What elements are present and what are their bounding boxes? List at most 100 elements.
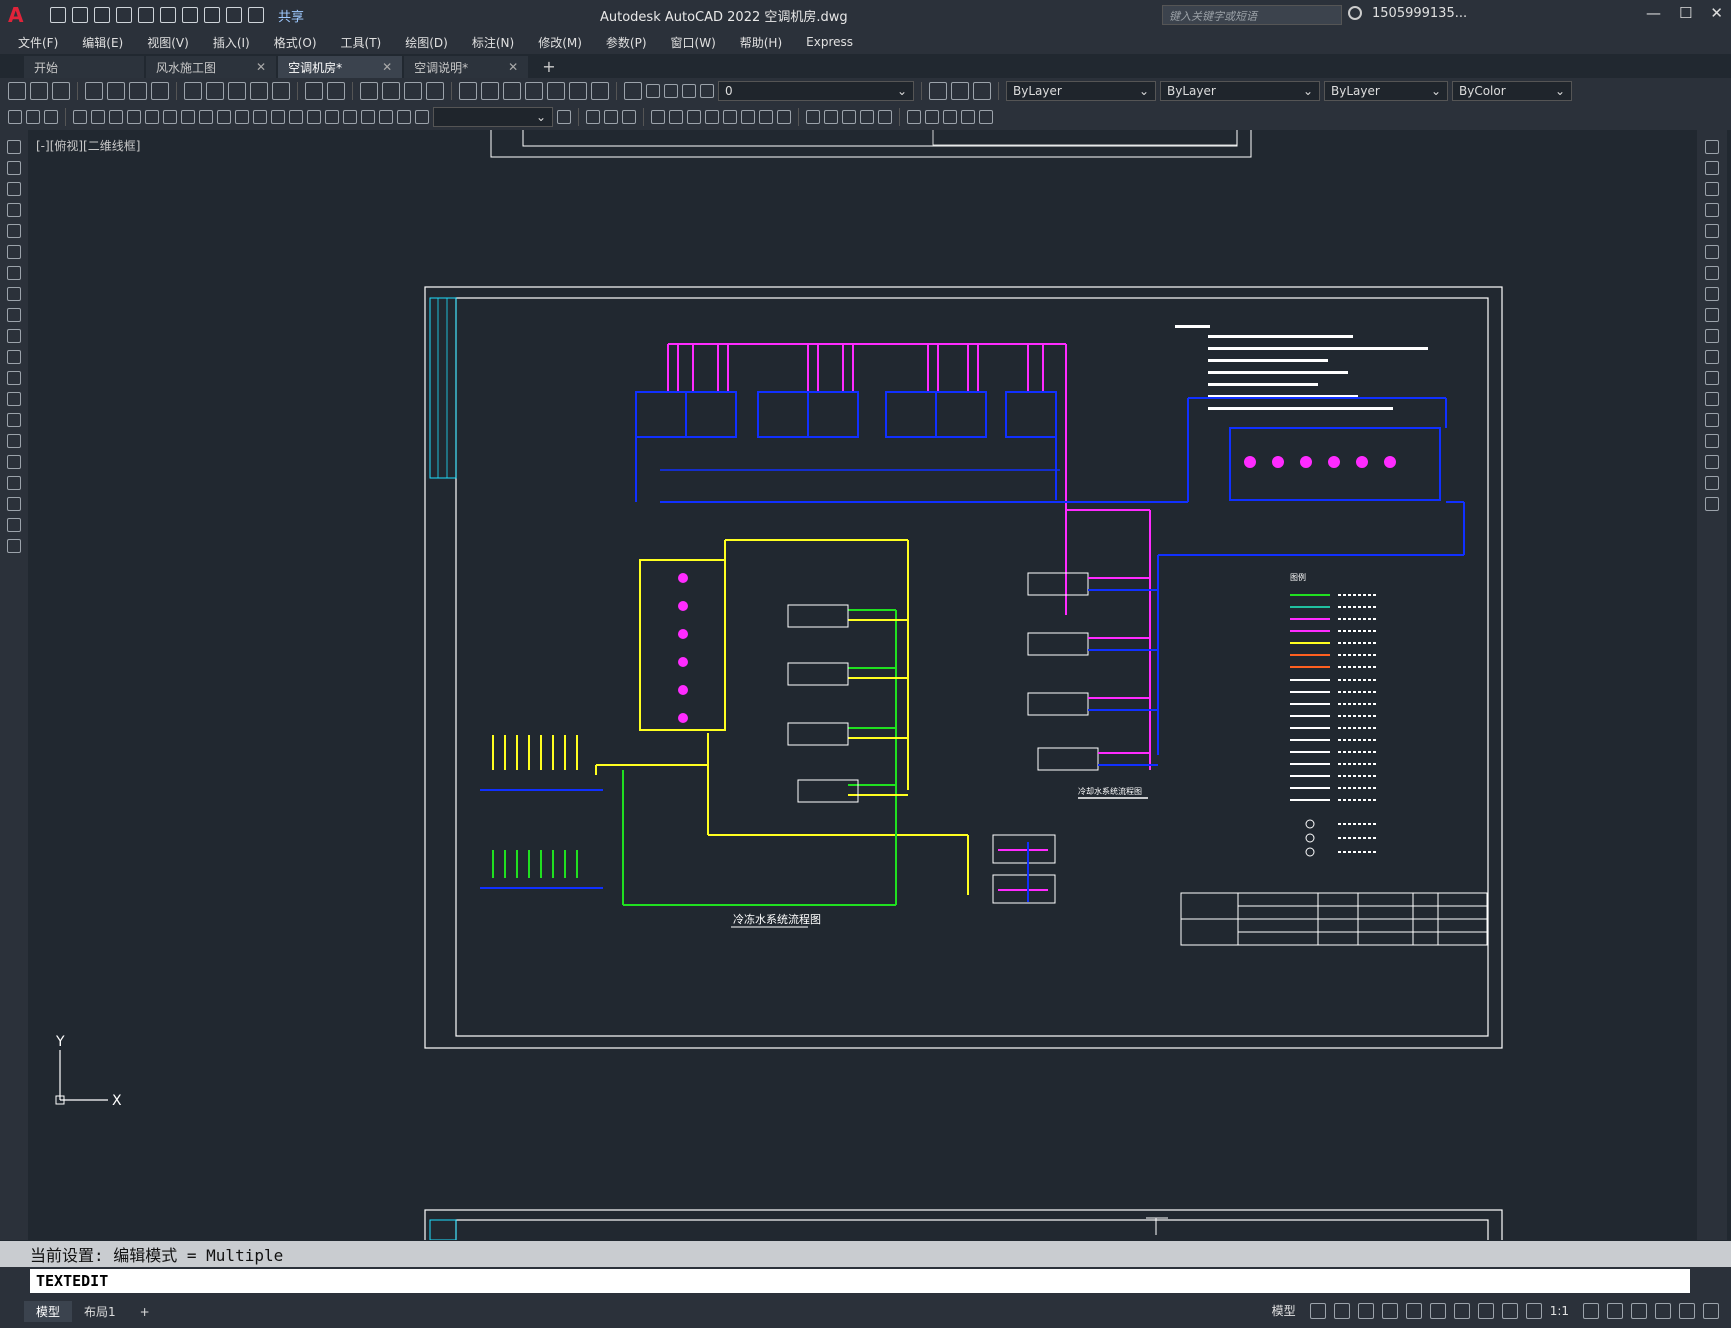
arc-icon[interactable] [7, 245, 21, 259]
copy-object-icon[interactable] [586, 110, 600, 124]
new-file-icon[interactable] [50, 7, 66, 23]
menu-file[interactable]: 文件(F) [18, 34, 58, 51]
annotation-monitor-icon[interactable] [1607, 1302, 1623, 1319]
jogged-linear-icon[interactable] [361, 110, 375, 124]
move-icon[interactable] [1705, 245, 1719, 259]
customize-icon[interactable] [248, 7, 264, 23]
polar-icon[interactable] [1381, 1302, 1398, 1319]
revision-cloud-icon[interactable] [7, 287, 21, 301]
chamfer-icon[interactable] [824, 110, 838, 124]
isodraft-icon[interactable] [1405, 1302, 1422, 1319]
mirror-icon[interactable] [604, 110, 618, 124]
maximize-icon[interactable]: ☐ [1679, 4, 1692, 22]
ortho-icon[interactable] [1357, 1302, 1374, 1319]
continue-icon[interactable] [253, 110, 267, 124]
break-at-point-icon[interactable] [1705, 371, 1719, 385]
pan-icon[interactable] [360, 82, 378, 100]
search-icon[interactable] [1348, 6, 1362, 20]
ellipse-arc-icon[interactable] [7, 350, 21, 364]
menu-format[interactable]: 格式(O) [274, 34, 317, 51]
dim-text-edit-icon[interactable] [397, 110, 411, 124]
construction-line-icon[interactable] [7, 161, 21, 175]
grid-icon[interactable] [1309, 1302, 1326, 1319]
drawing-canvas[interactable]: 冷冻水系统流程图 冷却水系统流程图 图例 Y X [28, 119, 1697, 1251]
layer-walk-icon[interactable] [44, 110, 58, 124]
scale-icon[interactable] [705, 110, 719, 124]
menu-modify[interactable]: 修改(M) [538, 34, 582, 51]
add-selected-icon[interactable] [7, 539, 21, 553]
layer-states-icon[interactable] [973, 82, 991, 100]
object-snap-tracking-icon[interactable] [1429, 1302, 1446, 1319]
offset-icon[interactable] [622, 110, 636, 124]
tab-start[interactable]: 开始 [24, 56, 144, 78]
blend-curves-icon[interactable] [1705, 476, 1719, 490]
array-icon[interactable] [651, 110, 665, 124]
trim-icon[interactable] [1705, 329, 1719, 343]
plot-icon[interactable] [85, 82, 103, 100]
gradient-icon[interactable] [7, 455, 21, 469]
layer-on-icon[interactable] [646, 84, 660, 98]
dim-style-icon[interactable] [557, 110, 571, 124]
extend-icon[interactable] [1705, 350, 1719, 364]
save-workspace-icon[interactable] [26, 110, 40, 124]
extend-icon[interactable] [759, 110, 773, 124]
snap-icon[interactable] [1333, 1302, 1350, 1319]
menu-edit[interactable]: 编辑(E) [82, 34, 123, 51]
radius-icon[interactable] [145, 110, 159, 124]
scale-icon[interactable] [1705, 287, 1719, 301]
join-icon[interactable] [1705, 413, 1719, 427]
arc-length-icon[interactable] [109, 110, 123, 124]
properties-icon[interactable] [459, 82, 477, 100]
minimize-icon[interactable]: — [1646, 4, 1661, 22]
jogged-icon[interactable] [163, 110, 177, 124]
menu-dimension[interactable]: 标注(N) [472, 34, 514, 51]
spline-icon[interactable] [7, 308, 21, 322]
close-tab-icon[interactable]: ✕ [256, 60, 266, 74]
insert-block-icon[interactable] [7, 371, 21, 385]
offset-icon[interactable] [1705, 203, 1719, 217]
baseline-icon[interactable] [235, 110, 249, 124]
layer-previous-icon[interactable] [951, 82, 969, 100]
zoom-previous-icon[interactable] [426, 82, 444, 100]
diameter-icon[interactable] [181, 110, 195, 124]
calculator-icon[interactable] [569, 82, 587, 100]
lineweight-icon[interactable] [1477, 1302, 1494, 1319]
tool-palettes-icon[interactable] [503, 82, 521, 100]
rectangle-icon[interactable] [7, 224, 21, 238]
draw-order-icon[interactable] [979, 110, 993, 124]
join-icon[interactable] [806, 110, 820, 124]
block-editor-icon[interactable] [272, 82, 290, 100]
save-icon[interactable] [52, 82, 70, 100]
annotation-visibility-icon[interactable] [1501, 1302, 1518, 1319]
make-block-icon[interactable] [7, 392, 21, 406]
dim-update-icon[interactable] [415, 110, 429, 124]
3d-print-icon[interactable] [151, 82, 169, 100]
redo-icon[interactable] [226, 7, 242, 23]
table-icon[interactable] [7, 497, 21, 511]
polygon-icon[interactable] [7, 203, 21, 217]
open-icon[interactable] [30, 82, 48, 100]
save-icon[interactable] [94, 7, 110, 23]
tab-fengshui[interactable]: 风水施工图 ✕ [146, 56, 277, 78]
redo-icon[interactable] [327, 82, 345, 100]
layer-color-icon[interactable] [700, 84, 714, 98]
add-tab-icon[interactable]: + [542, 57, 555, 78]
object-snap-icon[interactable] [1453, 1302, 1470, 1319]
tab-aircon-notes[interactable]: 空调说明* ✕ [404, 56, 529, 78]
viewport-controls[interactable]: [-][俯视][二维线框] [36, 137, 140, 154]
model-space-button[interactable]: 模型 [1272, 1302, 1296, 1319]
help-icon[interactable] [591, 82, 609, 100]
group-icon[interactable] [907, 110, 921, 124]
polyline-icon[interactable] [7, 182, 21, 196]
close-icon[interactable]: ✕ [1710, 4, 1723, 22]
aligned-dimension-icon[interactable] [91, 110, 105, 124]
fillet-icon[interactable] [842, 110, 856, 124]
close-tab-icon[interactable]: ✕ [382, 60, 392, 74]
linetype-dropdown[interactable]: ByLayer ⌄ [1160, 81, 1320, 101]
menu-tools[interactable]: 工具(T) [341, 34, 382, 51]
tab-aircon-room[interactable]: 空调机房* ✕ [278, 56, 403, 78]
break-icon[interactable] [777, 110, 791, 124]
dim-break-icon[interactable] [289, 110, 303, 124]
blend-icon[interactable] [860, 110, 874, 124]
point-icon[interactable] [7, 413, 21, 427]
